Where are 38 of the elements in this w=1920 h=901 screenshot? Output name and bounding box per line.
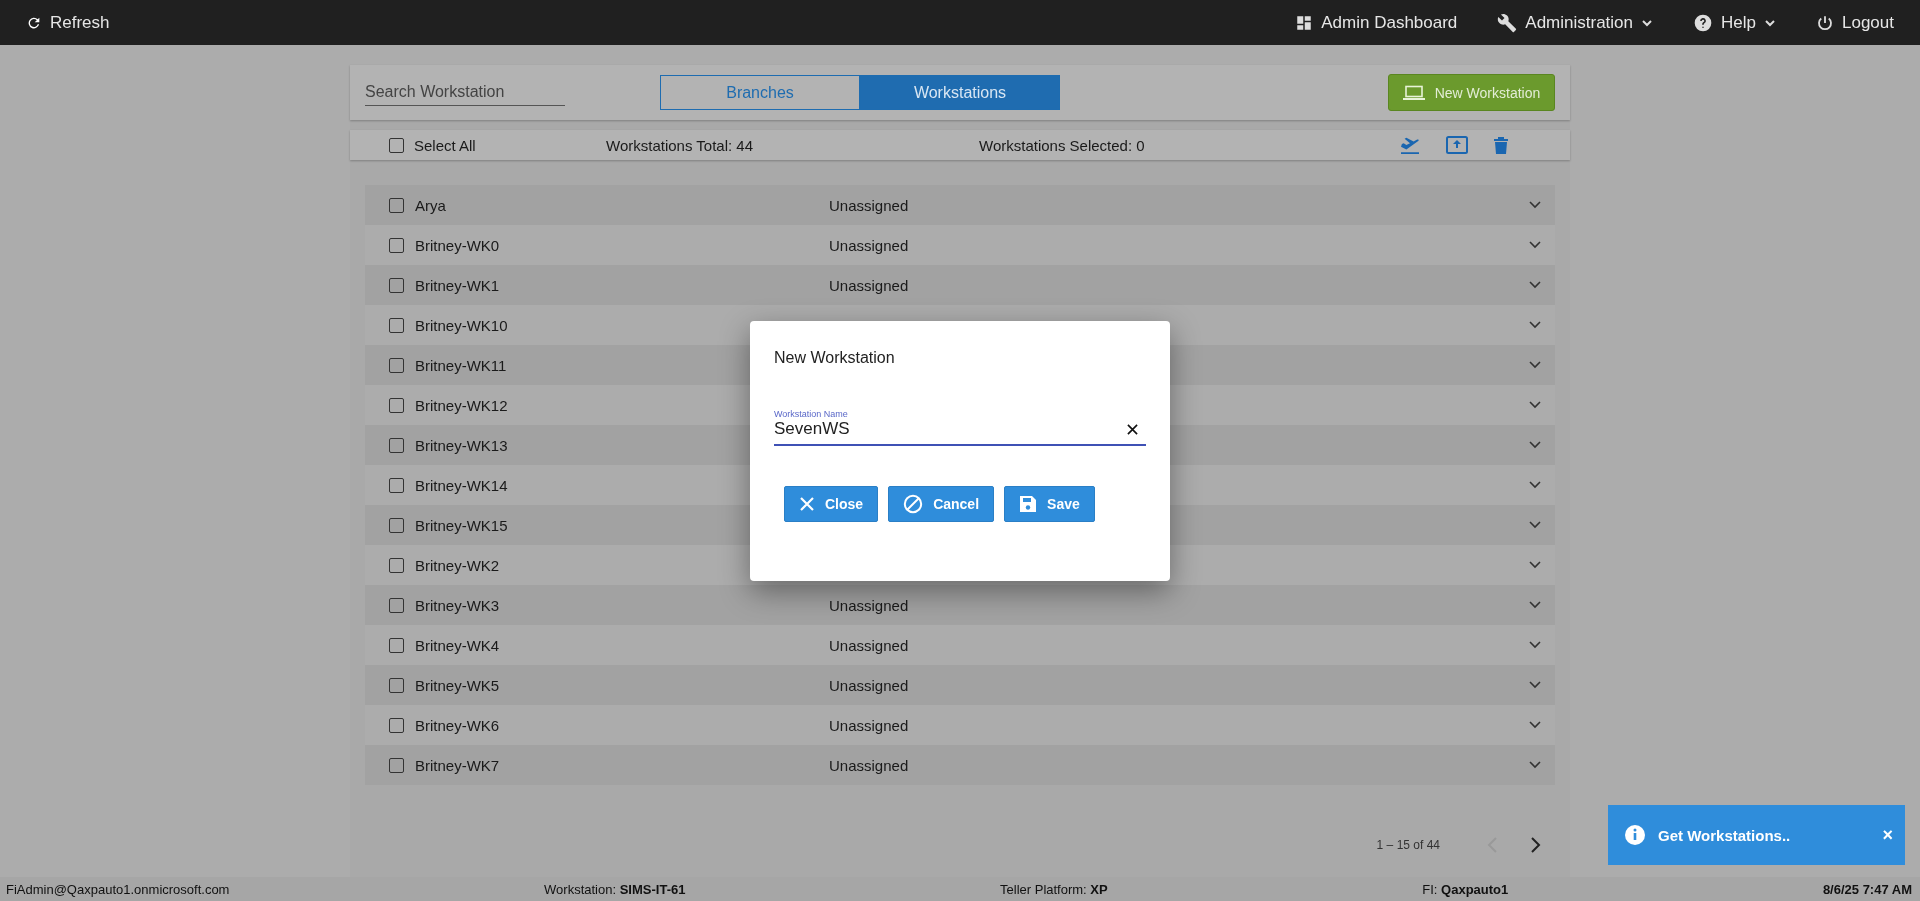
workstation-name: Arya: [415, 196, 446, 214]
branch-status: Unassigned: [829, 716, 909, 734]
date-time: 8/6/25 7:47 AM: [1822, 881, 1912, 897]
platform-label: Teller Platform:: [1000, 881, 1087, 897]
workstation-name: Britney-WK2: [415, 556, 500, 574]
workstation-name: Britney-WK5: [415, 676, 500, 694]
workstation-name: Britney-WK4: [415, 636, 500, 654]
branch-status: Unassigned: [829, 676, 909, 694]
branch-status: Unassigned: [829, 756, 909, 774]
branch-status: Unassigned: [829, 596, 909, 614]
user-email: FiAdmin@Qaxpauto1.onmicrosoft.com: [6, 881, 230, 897]
select-all-label: Select All: [414, 136, 476, 154]
workstation-name: Britney-WK6: [415, 716, 500, 734]
toast-message: Get Workstations..: [1658, 826, 1792, 844]
total-count: Workstations Total: 44: [606, 136, 755, 154]
fi-value: Qaxpauto1: [1441, 881, 1509, 897]
workstation-name: Britney-WK3: [415, 596, 500, 614]
workstation-name: Britney-WK11: [415, 356, 507, 374]
workstation-name: Britney-WK14: [415, 476, 508, 494]
fi-label: FI:: [1422, 881, 1438, 897]
workstation-name: Britney-WK7: [415, 756, 500, 774]
page-range: 1 – 15 of 44: [1376, 837, 1440, 852]
dialog-title: New Workstation: [774, 349, 896, 367]
workstation-name: Britney-WK1: [415, 276, 500, 294]
workstation-value: SIMS-IT-61: [619, 881, 686, 897]
branch-status: Unassigned: [829, 276, 909, 294]
platform-value: XP: [1090, 881, 1108, 897]
workstation-name: Britney-WK13: [415, 436, 508, 454]
workstation-name: Britney-WK10: [415, 316, 508, 334]
workstation-label: Workstation:: [544, 881, 617, 897]
field-label: Workstation Name: [774, 409, 848, 419]
workstation-name: Britney-WK15: [415, 516, 508, 534]
branch-status: Unassigned: [829, 236, 909, 254]
workstation-name: Britney-WK0: [415, 236, 500, 254]
branch-status: Unassigned: [829, 636, 909, 654]
selected-count: Workstations Selected: 0: [979, 136, 1146, 154]
branch-status: Unassigned: [829, 196, 909, 214]
workstation-name: Britney-WK12: [415, 396, 508, 414]
